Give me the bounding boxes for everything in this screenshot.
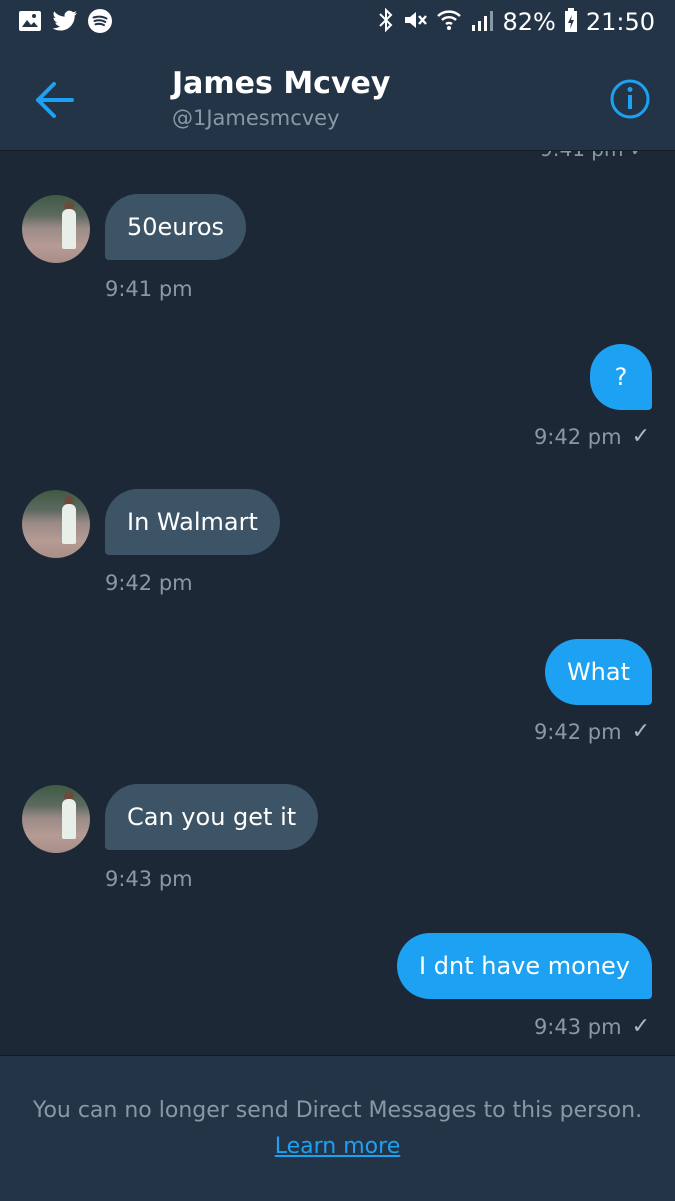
partial-timestamp: 9:41 pm ✓ [540,151,647,161]
contact-name[interactable]: James Mcvey [172,66,390,101]
message-time: 9:42 pm ✓ [534,719,650,744]
spotify-icon [88,9,112,37]
sent-check-icon: ✓ [631,719,650,744]
message-time: 9:43 pm ✓ [534,1014,650,1039]
message-bubble-incoming[interactable]: 50euros [105,194,247,260]
avatar[interactable] [22,195,90,263]
image-icon [18,10,42,36]
message-time-label: 9:43 pm [533,1014,622,1039]
sent-check-icon: ✓ [631,1014,650,1039]
message-bubble-incoming[interactable]: Can you get it [105,784,319,850]
contact-handle: @1Jamesmcvey [172,106,340,130]
battery-percent: 82% [502,8,556,36]
message-time-label: 9:42 pm [533,424,622,449]
twitter-icon [52,10,78,36]
message-time: 9:43 pm [105,867,193,891]
mute-icon [402,7,428,37]
message-time: 9:41 pm [105,277,193,301]
bluetooth-icon [378,7,394,37]
message-time: 9:42 pm [105,571,193,595]
message-bubble-incoming[interactable]: In Walmart [105,489,280,555]
message-bubble-outgoing[interactable]: I dnt have money [397,933,652,999]
dm-disabled-notice: You can no longer send Direct Messages t… [32,1098,643,1123]
info-icon[interactable] [609,78,651,120]
signal-icon [470,7,494,37]
message-bubble-outgoing[interactable]: ? [590,344,652,410]
wifi-icon [436,7,462,37]
sent-check-icon: ✓ [631,424,650,449]
conversation-header: James Mcvey @1Jamesmcvey [0,44,675,151]
message-time-label: 9:42 pm [533,719,622,744]
avatar[interactable] [22,785,90,853]
learn-more-row: Learn more [0,1134,675,1159]
message-time: 9:42 pm ✓ [534,424,650,449]
back-arrow-icon[interactable] [34,80,78,120]
avatar[interactable] [22,490,90,558]
status-bar: 82% 21:50 [0,0,675,44]
message-bubble-outgoing[interactable]: What [544,639,652,705]
message-list[interactable]: 9:41 pm ✓ 50euros 9:41 pm ? 9:42 pm ✓ In… [0,151,675,1055]
clock: 21:50 [585,8,655,36]
battery-icon [564,7,578,37]
dm-disabled-footer: You can no longer send Direct Messages t… [0,1055,675,1201]
learn-more-link[interactable]: Learn more [275,1134,400,1159]
